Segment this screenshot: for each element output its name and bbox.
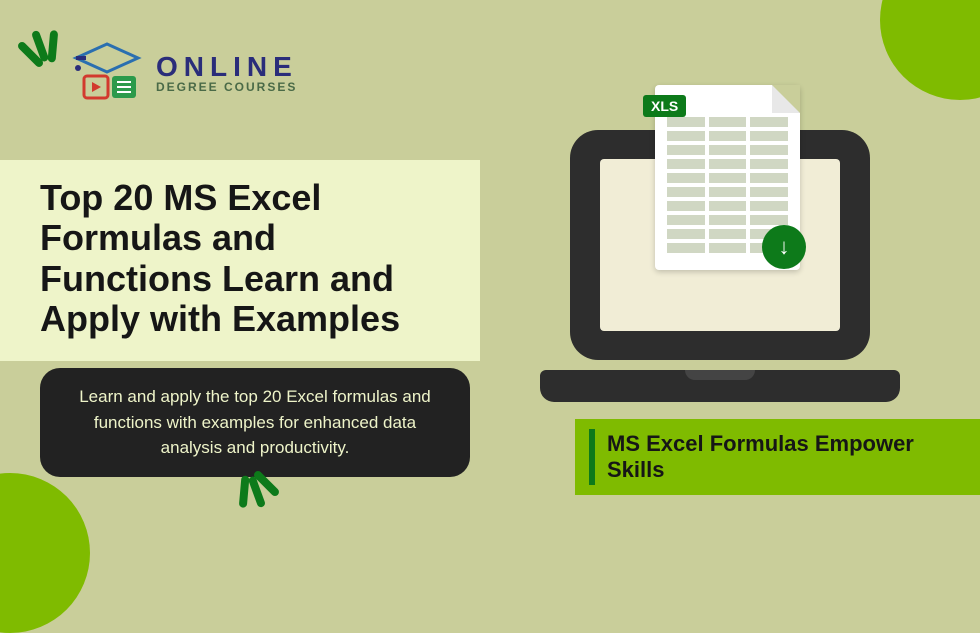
caption-bar: MS Excel Formulas Empower Skills [575,419,980,495]
spreadsheet-icon: XLS ↓ [655,85,800,270]
site-logo: ONLINE DEGREE COURSES [70,42,298,104]
description-panel: Learn and apply the top 20 Excel formula… [40,368,470,477]
xls-badge: XLS [643,95,686,117]
download-arrow-glyph: ↓ [779,234,790,260]
download-icon: ↓ [762,225,806,269]
spark-accent-top [15,24,67,73]
page-title: Top 20 MS Excel Formulas and Functions L… [40,178,454,339]
laptop-illustration: XLS ↓ [540,95,910,415]
title-panel: Top 20 MS Excel Formulas and Functions L… [0,160,480,361]
logo-title: ONLINE [156,53,298,81]
corner-circle-bottom [0,473,90,633]
logo-subtitle: DEGREE COURSES [156,81,298,93]
corner-circle-top [880,0,980,100]
description-text: Learn and apply the top 20 Excel formula… [79,387,431,457]
caption-text: MS Excel Formulas Empower Skills [607,431,962,483]
logo-icon [70,42,144,104]
